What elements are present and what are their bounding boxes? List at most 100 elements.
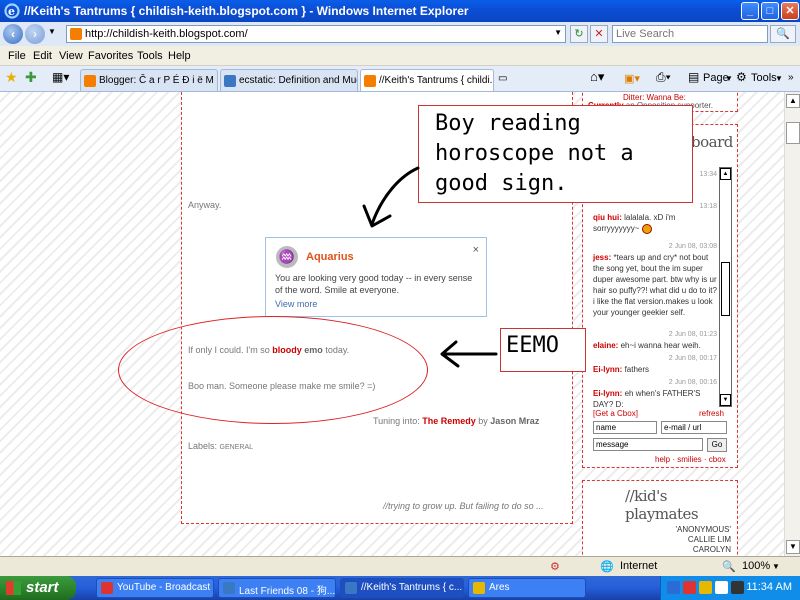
arrow-left-icon	[440, 340, 498, 368]
history-dropdown-icon[interactable]: ▼	[48, 27, 56, 36]
chevron-right-icon[interactable]: »	[788, 72, 794, 83]
playmate-link[interactable]: CALLIE LIM	[688, 535, 731, 544]
stop-icon[interactable]: ✕	[590, 25, 608, 43]
emo-highlight-ellipse	[118, 316, 428, 424]
search-input[interactable]	[613, 26, 753, 42]
menu-bar: File Edit View Favorites Tools Help	[0, 46, 800, 66]
shout-entry: 2 Jun 08, 00:17 Ei-lynn: fathers	[593, 353, 717, 375]
address-row: ‹ › ▼ http://childish-keith.blogspot.com…	[0, 22, 800, 46]
shoutbox-scrollbar[interactable]: ▲ ▼	[719, 167, 732, 407]
playmate-link[interactable]: CAROLYN	[693, 545, 731, 554]
refresh-icon[interactable]: ↻	[570, 25, 588, 43]
refresh-link[interactable]: refresh	[699, 409, 724, 418]
shout-name: elaine:	[593, 341, 619, 350]
home-icon[interactable]: ⌂▾	[590, 69, 604, 85]
message-field[interactable]	[593, 438, 703, 451]
eemo-annotation: EEMO	[500, 328, 586, 372]
taskbar-item-keiths-tantrums[interactable]: //Keith's Tantrums { c...	[340, 578, 464, 598]
shout-name: Ei-lynn:	[593, 389, 623, 398]
song-link[interactable]: The Remedy	[422, 416, 476, 426]
tab-blogger[interactable]: Blogger: Č a r P É Đ i ë M - C...	[80, 69, 218, 91]
label-general-link[interactable]: GENERAL	[220, 444, 253, 451]
shout-name: qiu hui:	[593, 213, 622, 222]
menu-favorites[interactable]: Favorites	[88, 50, 133, 62]
page-icon[interactable]: ▤	[688, 70, 699, 84]
tab-keiths-tantrums[interactable]: //Keith's Tantrums { childi...	[360, 69, 494, 91]
clock: 11:34 AM	[746, 581, 792, 593]
shout-date: 2 Jun 08, 01:23	[668, 331, 717, 338]
shoutbox-title: board	[691, 133, 733, 151]
taskbar-item-label: YouTube - Broadcast ...	[117, 582, 214, 593]
artist-name: Jason Mraz	[490, 416, 540, 426]
shout-date: 2 Jun 08, 03:08	[668, 243, 717, 250]
print-icon[interactable]: ⎙▾	[656, 70, 671, 85]
new-tab-icon[interactable]: ▭	[498, 73, 507, 84]
search-icon[interactable]: 🔍	[770, 25, 796, 43]
menu-tools[interactable]: Tools	[137, 50, 163, 62]
shout-text: eh~i wanna hear weih.	[620, 341, 701, 350]
start-label: start	[26, 579, 59, 596]
view-more-link[interactable]: View more	[275, 299, 317, 309]
close-button[interactable]: ✕	[781, 2, 799, 20]
taskbar-item-youtube[interactable]: YouTube - Broadcast ...	[96, 578, 214, 598]
maximize-button[interactable]: □	[761, 2, 779, 20]
email-url-field[interactable]	[661, 421, 727, 434]
search-box[interactable]	[612, 25, 768, 43]
minimize-button[interactable]: _	[741, 2, 759, 20]
menu-help[interactable]: Help	[168, 50, 191, 62]
tools-dropdown-icon[interactable]: ▼	[775, 74, 783, 83]
scroll-up-icon[interactable]: ▲	[786, 94, 800, 108]
get-cbox-link[interactable]: [Get a Cbox]	[593, 409, 638, 418]
scroll-down-icon[interactable]: ▼	[786, 540, 800, 554]
tab-ecstatic[interactable]: ecstatic: Definition and Much...	[220, 69, 358, 91]
name-field[interactable]	[593, 421, 657, 434]
tray-misc-icon[interactable]	[731, 581, 744, 594]
tray-volume-icon[interactable]	[715, 581, 728, 594]
status-indicator-icon: ⚙	[550, 561, 560, 573]
system-tray: 11:34 AM	[660, 576, 800, 600]
horoscope-widget: ♒ Aquarius × You are looking very good t…	[265, 237, 487, 317]
go-button[interactable]: Go	[707, 438, 727, 452]
zoom-dropdown-icon[interactable]: ▼	[772, 562, 780, 571]
shout-entry: 2 Jun 08, 00:16 Ei-lynn: eh when's FATHE…	[593, 377, 717, 410]
tools-gear-icon[interactable]: ⚙	[736, 70, 747, 84]
aquarius-icon: ♒	[276, 246, 298, 268]
forward-arrow-icon[interactable]: ›	[25, 24, 45, 44]
tray-network-icon[interactable]	[667, 581, 680, 594]
quick-tabs-icon[interactable]: ▦▾	[52, 70, 69, 84]
address-dropdown-icon[interactable]: ▼	[554, 28, 562, 37]
scroll-thumb[interactable]	[786, 122, 800, 144]
menu-view[interactable]: View	[59, 50, 83, 62]
tray-app-icon[interactable]	[699, 581, 712, 594]
zoom-level[interactable]: 100%	[742, 560, 770, 572]
shout-entry: 13:18 qiu hui: lalalala. xD i'm sorryyyy…	[593, 201, 717, 234]
zoom-icon[interactable]: 🔍	[722, 560, 736, 573]
feeds-icon[interactable]: ▣▾	[624, 72, 640, 85]
tray-security-icon[interactable]	[683, 581, 696, 594]
address-field[interactable]: http://childish-keith.blogspot.com/ ▼	[66, 25, 566, 43]
horoscope-annotation: Boy reading horoscope not a good sign.	[418, 105, 693, 203]
taskbar-item-label: //Keith's Tantrums { c...	[361, 582, 463, 593]
taskbar-item-last-friends[interactable]: Last Friends 08 - 狗...	[218, 578, 336, 598]
page-dropdown-icon[interactable]: ▼	[725, 74, 733, 83]
ie-icon	[101, 582, 113, 594]
scroll-up-icon[interactable]: ▲	[720, 168, 731, 180]
page-scrollbar[interactable]: ▲ ▼	[784, 92, 800, 556]
close-icon[interactable]: ×	[473, 244, 479, 256]
taskbar-item-ares[interactable]: Ares	[468, 578, 586, 598]
start-button[interactable]: start	[0, 576, 76, 600]
tab-label: Blogger: Č a r P É Đ i ë M - C...	[99, 75, 217, 86]
favorites-star-icon[interactable]: ★	[5, 69, 18, 86]
labels-label: Labels:	[188, 441, 218, 451]
menu-file[interactable]: File	[8, 50, 26, 62]
shout-entry: 2 Jun 08, 03:08 jess: *tears up and cry*…	[593, 241, 717, 318]
add-favorite-icon[interactable]: ✚	[25, 69, 37, 86]
menu-edit[interactable]: Edit	[33, 50, 52, 62]
shoutbox-links[interactable]: help · smilies · cbox	[655, 455, 726, 464]
scroll-down-icon[interactable]: ▼	[720, 394, 731, 406]
tools-menu[interactable]: Tools	[751, 72, 777, 84]
scroll-thumb[interactable]	[721, 262, 730, 316]
playmate-link[interactable]: 'ANONYMOUS'	[675, 525, 731, 534]
back-arrow-icon[interactable]: ‹	[3, 24, 23, 44]
ie-icon	[345, 582, 357, 594]
